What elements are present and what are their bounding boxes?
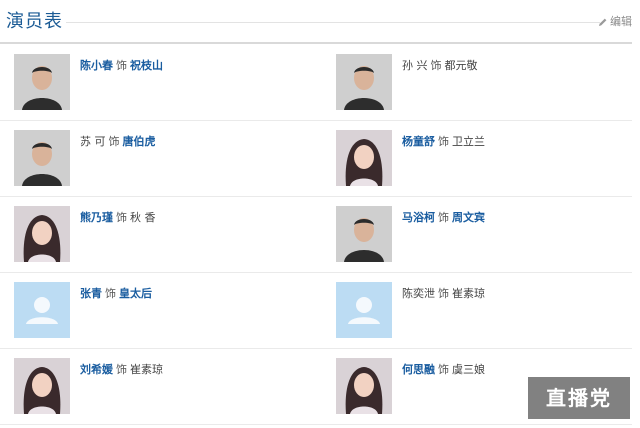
row-divider	[0, 120, 632, 121]
row-divider	[0, 348, 632, 349]
role-connector: 饰	[116, 363, 127, 376]
cast-list-page: 演员表 编辑 陈小春饰祝枝山孙 兴饰都元敬苏 可饰唐伯虎 杨童舒饰卫立兰 熊乃瑾饰秋…	[0, 0, 640, 428]
cast-entry: 杨童舒饰卫立兰	[322, 120, 640, 196]
female-actor-photo[interactable]	[14, 206, 70, 262]
actor-name[interactable]: 刘希媛	[80, 363, 113, 376]
role-name: 都元敬	[444, 59, 478, 72]
watermark: 直播党	[528, 377, 630, 419]
role-connector: 饰	[438, 135, 449, 148]
title-divider	[66, 22, 600, 23]
cast-caption: 熊乃瑾饰秋 香	[80, 210, 156, 226]
role-connector: 饰	[116, 59, 127, 72]
cast-caption: 杨童舒饰卫立兰	[402, 134, 485, 150]
female-actor-photo[interactable]	[14, 358, 70, 414]
role-name: 秋 香	[130, 211, 156, 224]
cast-entry: 熊乃瑾饰秋 香	[0, 196, 320, 272]
cast-caption: 马浴柯饰周文宾	[402, 210, 485, 226]
row-divider	[0, 272, 632, 273]
role-name[interactable]: 祝枝山	[130, 59, 163, 72]
role-name: 崔素琼	[452, 287, 485, 300]
default-avatar-icon[interactable]	[336, 282, 392, 338]
role-connector: 饰	[105, 287, 116, 300]
actor-name: 陈奕泄	[402, 287, 435, 300]
actor-name[interactable]: 马浴柯	[402, 211, 435, 224]
role-connector: 饰	[430, 59, 442, 72]
cast-caption: 陈小春饰祝枝山	[80, 58, 163, 74]
actor-name: 孙 兴	[402, 59, 428, 72]
edit-button[interactable]: 编辑	[598, 14, 632, 30]
row-divider	[0, 424, 632, 425]
role-name: 卫立兰	[452, 135, 485, 148]
role-connector: 饰	[438, 363, 449, 376]
cast-caption: 刘希媛饰崔素琼	[80, 362, 163, 378]
male-actor-photo[interactable]	[336, 54, 392, 110]
cast-entry: 张青饰皇太后	[0, 272, 320, 348]
row-divider	[0, 196, 632, 197]
cast-entry: 陈奕泄饰崔素琼	[322, 272, 640, 348]
default-avatar-icon[interactable]	[14, 282, 70, 338]
role-name: 虞三娘	[452, 363, 485, 376]
male-actor-photo[interactable]	[14, 54, 70, 110]
cast-caption: 何思融饰虞三娘	[402, 362, 485, 378]
role-name: 崔素琼	[130, 363, 163, 376]
pencil-icon	[598, 17, 608, 27]
cast-entry: 苏 可饰唐伯虎	[0, 120, 320, 196]
role-name[interactable]: 皇太后	[119, 287, 152, 300]
cast-entry: 马浴柯饰周文宾	[322, 196, 640, 272]
cast-entry: 刘希媛饰崔素琼	[0, 348, 320, 424]
actor-name[interactable]: 熊乃瑾	[80, 211, 113, 224]
actor-name[interactable]: 张青	[80, 287, 102, 300]
section-header: 演员表 编辑	[0, 8, 640, 40]
cast-caption: 张青饰皇太后	[80, 286, 152, 302]
female-actor-photo[interactable]	[336, 130, 392, 186]
role-connector: 饰	[438, 211, 449, 224]
actor-name[interactable]: 陈小春	[80, 59, 113, 72]
role-connector: 饰	[108, 135, 120, 148]
section-title: 演员表	[6, 11, 63, 32]
actor-name[interactable]: 何思融	[402, 363, 435, 376]
cast-entry: 陈小春饰祝枝山	[0, 44, 320, 120]
actor-name[interactable]: 杨童舒	[402, 135, 435, 148]
male-actor-photo[interactable]	[336, 206, 392, 262]
cast-caption: 孙 兴饰都元敬	[402, 58, 478, 74]
actor-name: 苏 可	[80, 135, 106, 148]
cast-caption: 陈奕泄饰崔素琼	[402, 286, 485, 302]
male-actor-photo[interactable]	[14, 130, 70, 186]
female-actor-photo[interactable]	[336, 358, 392, 414]
cast-entry: 孙 兴饰都元敬	[322, 44, 640, 120]
role-name[interactable]: 周文宾	[452, 211, 485, 224]
role-connector: 饰	[116, 211, 127, 224]
cast-caption: 苏 可饰唐伯虎	[80, 134, 156, 150]
role-name[interactable]: 唐伯虎	[123, 135, 156, 148]
edit-label: 编辑	[610, 15, 632, 28]
role-connector: 饰	[438, 287, 449, 300]
